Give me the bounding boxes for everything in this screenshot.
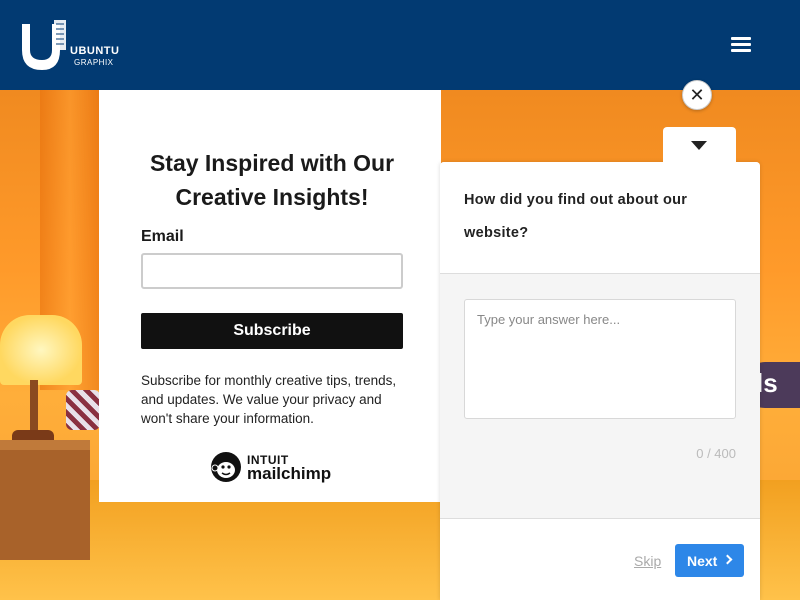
- survey-question: How did you find out about our website?: [440, 162, 760, 274]
- newsletter-title-line1: Stay Inspired with Our: [149, 150, 395, 176]
- survey-widget: How did you find out about our website? …: [440, 162, 760, 600]
- next-button[interactable]: Next: [675, 544, 744, 577]
- newsletter-title-line2: Creative Insights!: [175, 184, 369, 210]
- mailchimp-wordmark: mailchimp: [247, 464, 332, 483]
- mailchimp-freddie-icon: [211, 452, 241, 482]
- char-counter: 0 / 400: [696, 446, 736, 461]
- lamp-shade-decoration: [0, 315, 82, 385]
- side-table-decoration: [0, 440, 90, 560]
- survey-collapse-tab[interactable]: [663, 127, 736, 165]
- next-button-label: Next: [687, 552, 718, 569]
- hamburger-menu-icon[interactable]: [728, 34, 754, 56]
- newsletter-card: Stay Inspired with Our Creative Insights…: [99, 90, 441, 502]
- survey-answer-field[interactable]: [464, 299, 736, 419]
- email-field[interactable]: [141, 253, 403, 289]
- pillow-decoration: [66, 390, 100, 430]
- newsletter-title: Stay Inspired with Our Creative Insights…: [99, 146, 445, 214]
- skip-link[interactable]: Skip: [634, 553, 661, 569]
- close-icon[interactable]: ✕: [682, 80, 712, 110]
- logo-text-graphix: GRAPHIX: [74, 58, 114, 67]
- subscribe-button[interactable]: Subscribe: [141, 313, 403, 349]
- chevron-right-icon: [722, 554, 733, 565]
- email-label: Email: [141, 228, 184, 245]
- site-header: UBUNTU GRAPHIX: [0, 0, 800, 90]
- logo-text-ubuntu: UBUNTU: [70, 45, 120, 57]
- caret-down-icon: [691, 141, 707, 150]
- mailchimp-badge[interactable]: INTUIT mailchimp: [209, 450, 339, 486]
- newsletter-description: Subscribe for monthly creative tips, tre…: [141, 373, 397, 426]
- lamp-stem-decoration: [30, 380, 38, 435]
- survey-footer: Skip Next: [440, 518, 760, 600]
